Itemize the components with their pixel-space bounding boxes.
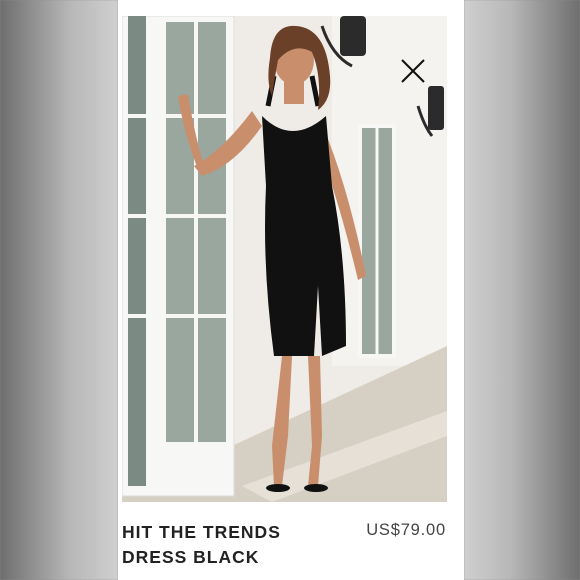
product-photo[interactable] <box>122 16 447 502</box>
product-card: HIT THE TRENDS DRESS BLACK US$79.00 <box>118 0 464 580</box>
product-photo-illustration <box>122 16 447 502</box>
close-button[interactable] <box>398 56 428 86</box>
product-price: US$79.00 <box>366 521 446 539</box>
close-icon <box>401 59 425 83</box>
blurred-backdrop-left <box>0 0 118 580</box>
product-name: HIT THE TRENDS DRESS BLACK <box>122 522 281 567</box>
blurred-backdrop-right <box>464 0 580 580</box>
screen: HIT THE TRENDS DRESS BLACK US$79.00 <box>0 0 580 580</box>
